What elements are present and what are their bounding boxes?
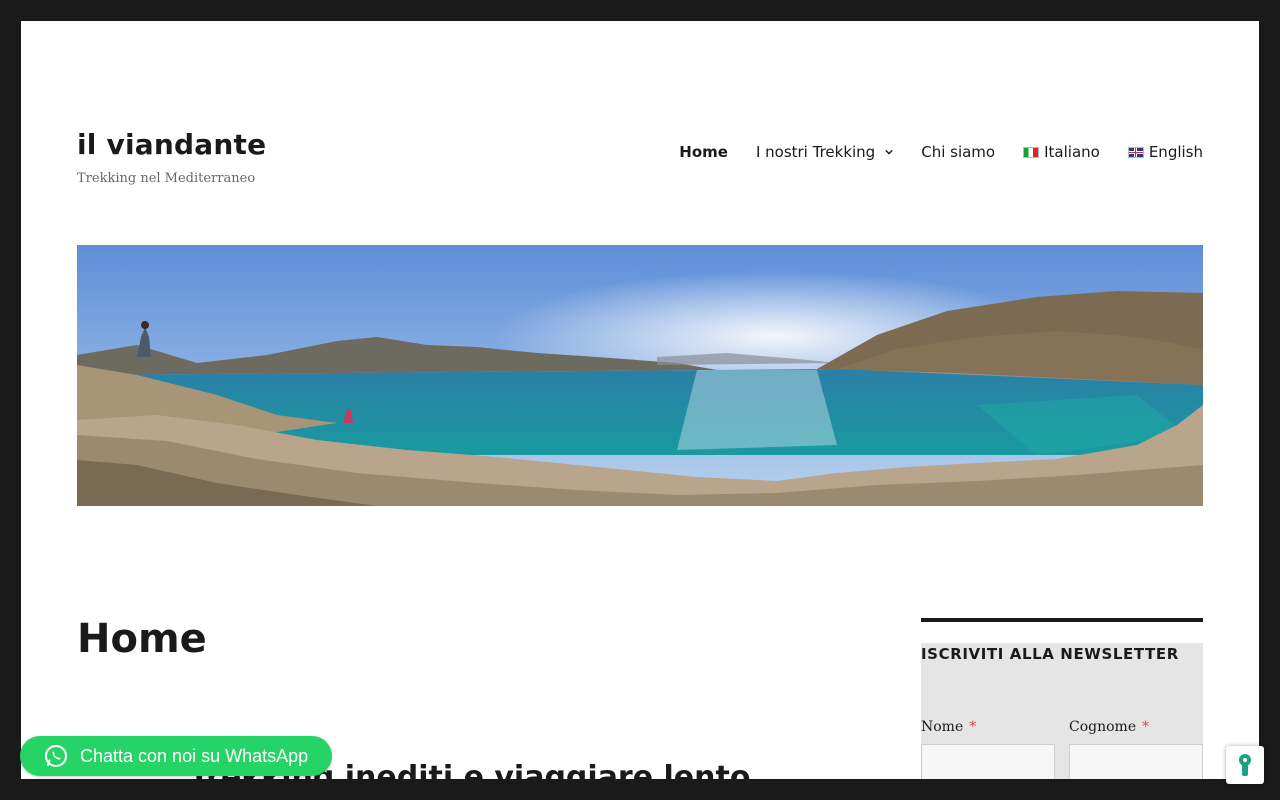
nav-item-label: English	[1148, 143, 1203, 161]
nav-item-home[interactable]: Home	[679, 143, 728, 161]
page-title: Home	[77, 616, 207, 662]
nav-item-label: Italiano	[1044, 143, 1100, 161]
widget-divider	[921, 618, 1203, 622]
last-name-field[interactable]	[1069, 744, 1203, 779]
nav-item-trekking[interactable]: I nostri Trekking	[756, 143, 893, 161]
nav-item-italiano[interactable]: Italiano	[1023, 143, 1100, 161]
gb-flag-icon	[1127, 146, 1144, 158]
whatsapp-chat-button[interactable]: Chatta con noi su WhatsApp	[20, 736, 332, 776]
newsletter-widget: ISCRIVITI ALLA NEWSLETTER Nome * Cognome *	[921, 643, 1203, 779]
it-flag-icon	[1023, 146, 1040, 158]
widget-title: ISCRIVITI ALLA NEWSLETTER	[921, 645, 1179, 663]
nav-item-english[interactable]: English	[1127, 143, 1203, 161]
chevron-down-icon	[885, 149, 893, 155]
nav-item-label: Chi siamo	[921, 143, 996, 161]
whatsapp-label: Chatta con noi su WhatsApp	[80, 745, 309, 766]
first-name-label: Nome *	[921, 719, 977, 735]
site-tagline: Trekking nel Mediterraneo	[77, 171, 256, 186]
first-name-field[interactable]	[921, 744, 1055, 779]
nav-item-label: Home	[679, 143, 728, 161]
page: il viandante Trekking nel Mediterraneo H…	[21, 21, 1259, 779]
site-title[interactable]: il viandante	[77, 131, 266, 159]
nav-item-chi-siamo[interactable]: Chi siamo	[921, 143, 995, 161]
hero-image	[77, 245, 1203, 506]
keyhole-icon	[1239, 754, 1251, 776]
cookie-settings-button[interactable]	[1226, 746, 1264, 784]
nav-item-label: I nostri Trekking	[755, 143, 876, 161]
last-name-label: Cognome *	[1069, 719, 1150, 735]
main-navigation: Home I nostri Trekking Chi siamo Italian…	[679, 143, 1203, 161]
whatsapp-icon	[45, 745, 67, 767]
site-branding: il viandante Trekking nel Mediterraneo	[77, 131, 266, 187]
